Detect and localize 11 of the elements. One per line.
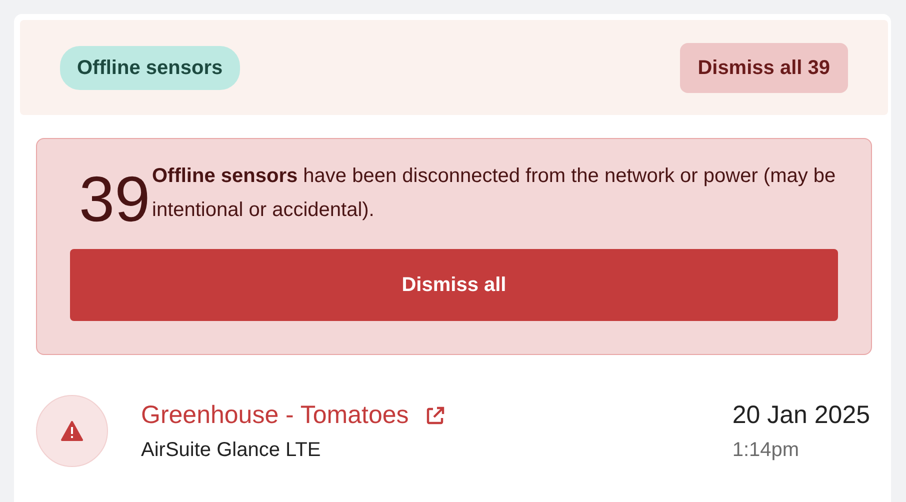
date-text: 20 Jan 2025 <box>732 400 870 432</box>
status-badge: Offline sensors <box>60 46 240 90</box>
alert-message: Offline sensors have been disconnected from the network or power (may be intentional or accidental). <box>152 164 837 223</box>
device-name: AirSuite Glance LTE <box>141 438 322 463</box>
warning-icon <box>61 421 83 441</box>
time-text: 1:14pm <box>732 438 800 463</box>
sensor-link[interactable]: Greenhouse - Tomatoes <box>141 397 409 435</box>
dismiss-all-button[interactable]: Dismiss all <box>70 249 838 321</box>
count-number: 39 <box>78 167 152 231</box>
external-link-icon[interactable] <box>424 406 445 426</box>
dismiss-all-button[interactable]: Dismiss all 39 <box>680 42 848 92</box>
